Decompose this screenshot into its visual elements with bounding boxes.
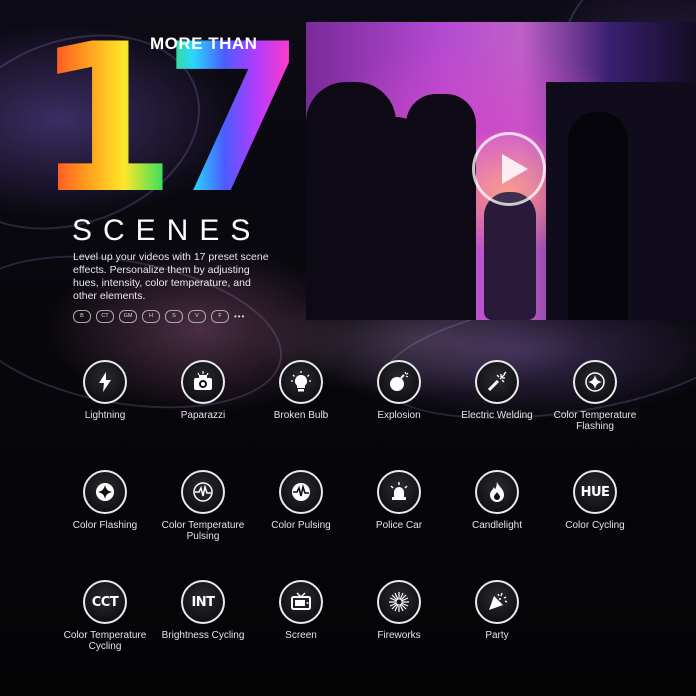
effect-color-temperature-flashing: Color Temperature Flashing	[546, 360, 644, 432]
cct-icon: CCT	[83, 580, 127, 624]
mode-badge: F	[211, 310, 229, 323]
effect-screen: Screen	[252, 580, 350, 641]
more-modes-indicator: •••	[234, 312, 246, 321]
pulse-filled-icon	[279, 470, 323, 514]
play-icon	[502, 154, 528, 184]
effect-label: Color Temperature Cycling	[63, 630, 147, 652]
sparkle-icon	[573, 360, 617, 404]
int-icon: INT	[181, 580, 225, 624]
effect-color-cycling: HUE Color Cycling	[546, 470, 644, 531]
mode-badge: S	[165, 310, 183, 323]
effect-label: Lightning	[84, 410, 126, 421]
pulse-icon	[181, 470, 225, 514]
effect-lightning: Lightning	[56, 360, 154, 421]
flame-icon	[475, 470, 519, 514]
effect-label: Electric Welding	[461, 410, 533, 421]
effect-label: Candlelight	[471, 520, 523, 531]
effect-color-temperature-pulsing: Color Temperature Pulsing	[154, 470, 252, 542]
effect-electric-welding: Electric Welding	[448, 360, 546, 421]
effect-label: Explosion	[377, 410, 421, 421]
effect-color-temperature-cycling: CCT Color Temperature Cycling	[56, 580, 154, 652]
camera-icon	[181, 360, 225, 404]
effect-color-pulsing: Color Pulsing	[252, 470, 350, 531]
effect-fireworks: Fireworks	[350, 580, 448, 641]
effect-label: Broken Bulb	[273, 410, 329, 421]
mode-badges: B CT GM H S V F •••	[73, 310, 245, 323]
effect-party: Party	[448, 580, 546, 641]
bomb-icon	[377, 360, 421, 404]
effect-label: Fireworks	[377, 630, 421, 641]
mode-badge: CT	[96, 310, 114, 323]
effect-label: Brightness Cycling	[161, 630, 245, 641]
lightning-icon	[83, 360, 127, 404]
hero-description: Level up your videos with 17 preset scen…	[73, 251, 269, 302]
sparkle-filled-icon	[83, 470, 127, 514]
party-icon	[475, 580, 519, 624]
crew-silhouette	[406, 94, 476, 320]
crew-silhouette	[568, 112, 628, 320]
effect-label: Party	[485, 630, 509, 641]
effect-police-car: Police Car	[350, 470, 448, 531]
siren-icon	[377, 470, 421, 514]
mode-badge: V	[188, 310, 206, 323]
effect-broken-bulb: Broken Bulb	[252, 360, 350, 421]
effect-label: Police Car	[375, 520, 423, 531]
fireworks-icon	[377, 580, 421, 624]
seated-model	[484, 192, 536, 320]
video-thumbnail[interactable]	[306, 22, 696, 320]
effect-label: Color Pulsing	[271, 520, 331, 531]
scenes-title: SCENES	[72, 214, 262, 247]
tv-icon	[279, 580, 323, 624]
effect-label: Color Temperature Pulsing	[161, 520, 245, 542]
mode-badge: H	[142, 310, 160, 323]
effect-label: Color Cycling	[565, 520, 625, 531]
more-than-label: MORE THAN	[150, 34, 258, 53]
effect-candlelight: Candlelight	[448, 470, 546, 531]
effect-explosion: Explosion	[350, 360, 448, 421]
effect-label: Screen	[285, 630, 317, 641]
welding-icon	[475, 360, 519, 404]
effect-brightness-cycling: INT Brightness Cycling	[154, 580, 252, 641]
effect-label: Paparazzi	[180, 410, 226, 421]
effect-color-flashing: Color Flashing	[56, 470, 154, 531]
effect-paparazzi: Paparazzi	[154, 360, 252, 421]
mode-badge: B	[73, 310, 91, 323]
play-button[interactable]	[472, 132, 546, 206]
hue-icon: HUE	[573, 470, 617, 514]
mode-badge: GM	[119, 310, 137, 323]
effect-label: Color Temperature Flashing	[553, 410, 637, 432]
effect-label: Color Flashing	[72, 520, 138, 531]
bulb-icon	[279, 360, 323, 404]
